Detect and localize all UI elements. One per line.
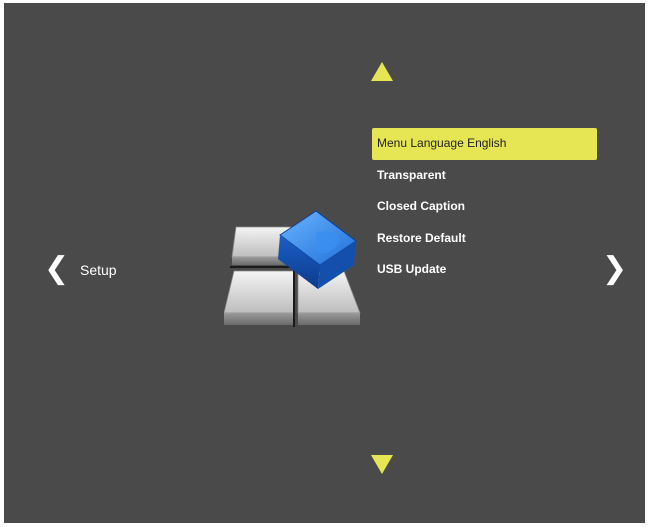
chevron-left-icon[interactable]: ❮	[44, 254, 69, 284]
chevron-right-icon[interactable]: ❯	[602, 254, 627, 284]
setup-menu-screen: ❮ Setup Menu Language English Transparen…	[4, 3, 645, 523]
section-title: Setup	[80, 262, 117, 278]
menu-item-transparent[interactable]: Transparent	[372, 160, 597, 192]
scroll-up-arrow-icon[interactable]	[371, 62, 393, 81]
setup-tool-icon	[224, 210, 361, 327]
menu-item-restore-default[interactable]: Restore Default	[372, 223, 597, 255]
menu-item-menu-language[interactable]: Menu Language English	[372, 128, 597, 160]
menu-item-closed-caption[interactable]: Closed Caption	[372, 191, 597, 223]
scroll-down-arrow-icon[interactable]	[371, 455, 393, 474]
menu-item-usb-update[interactable]: USB Update	[372, 254, 597, 286]
setup-menu-list: Menu Language English Transparent Closed…	[372, 128, 597, 286]
